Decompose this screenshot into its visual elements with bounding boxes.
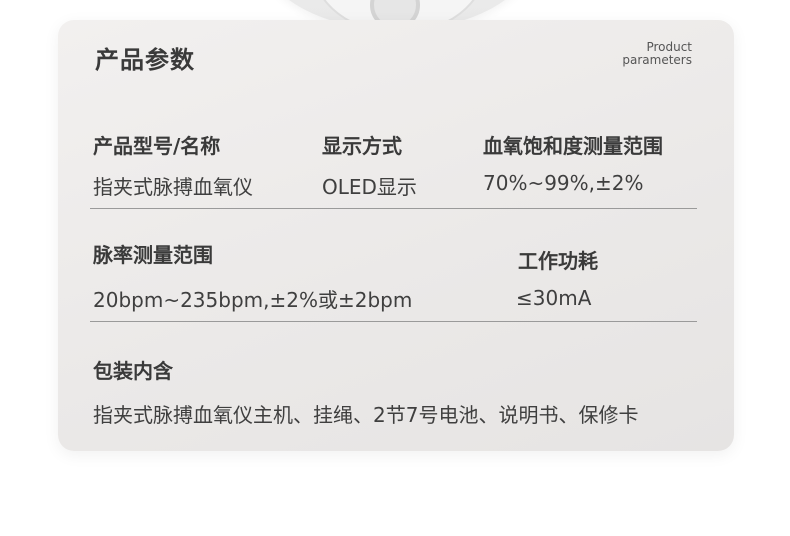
package-label: 包装内含	[93, 359, 173, 383]
subtitle-line-2: parameters	[622, 53, 692, 67]
model-value: 指夹式脉搏血氧仪	[93, 175, 253, 199]
power-value: ≤30mA	[516, 286, 592, 310]
model-label: 产品型号/名称	[93, 134, 221, 158]
spo2-range-value: 70%~99%,±2%	[483, 171, 644, 195]
parameters-card	[58, 20, 734, 451]
display-label: 显示方式	[322, 134, 402, 158]
spo2-range-label: 血氧饱和度测量范围	[483, 134, 663, 158]
section-title: 产品参数	[95, 46, 195, 74]
pulse-range-value: 20bpm~235bpm,±2%或±2bpm	[93, 288, 413, 312]
divider-1	[90, 208, 697, 209]
package-value: 指夹式脉搏血氧仪主机、挂绳、2节7号电池、说明书、保修卡	[93, 403, 639, 427]
pulse-range-label: 脉率测量范围	[93, 243, 213, 267]
section-subtitle: Product parameters	[622, 41, 692, 67]
divider-2	[90, 321, 697, 322]
product-parameters-page: 产品参数 Product parameters 产品型号/名称 指夹式脉搏血氧仪…	[0, 0, 790, 536]
power-label: 工作功耗	[518, 249, 598, 273]
display-value: OLED显示	[322, 175, 417, 199]
